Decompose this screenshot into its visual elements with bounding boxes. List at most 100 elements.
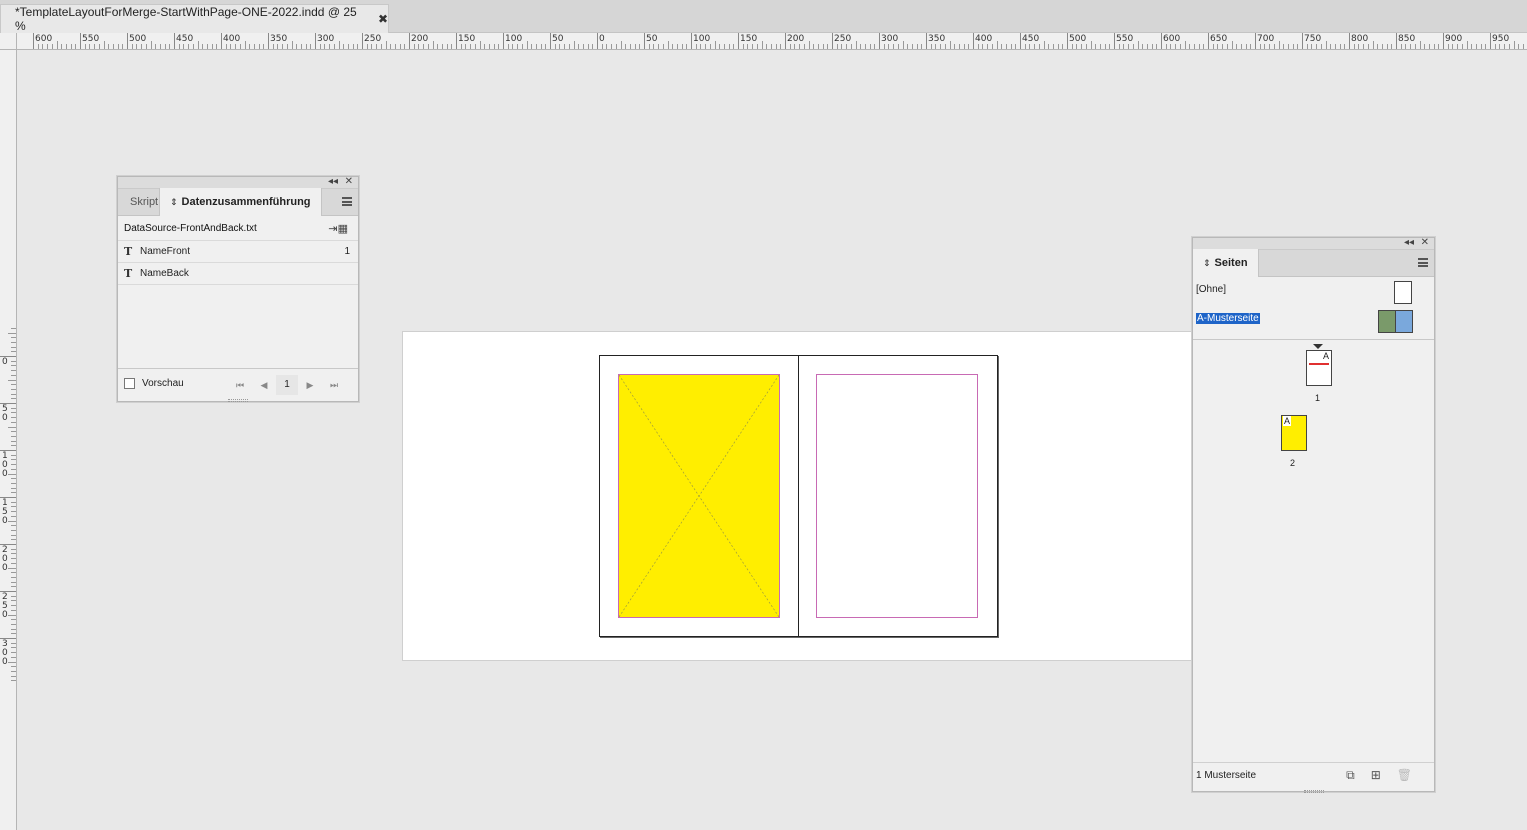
ruler-minor-tick bbox=[484, 44, 486, 49]
ruler-minor-tick bbox=[1471, 44, 1473, 49]
ruler-minor-tick bbox=[883, 44, 885, 49]
last-record-icon[interactable]: ⏭ bbox=[322, 380, 346, 391]
ruler-minor-tick bbox=[249, 44, 251, 49]
ruler-minor-tick bbox=[756, 44, 758, 49]
ruler-minor-tick bbox=[211, 44, 213, 49]
horizontal-ruler[interactable]: 600 550 500 450 400 350 300 250 200 150 100 50 0 50 10… bbox=[17, 33, 1527, 50]
ruler-minor-tick bbox=[183, 44, 185, 49]
panel-menu-icon[interactable] bbox=[1418, 258, 1428, 267]
list-item[interactable]: T NameBack bbox=[118, 263, 358, 285]
list-item[interactable]: T NameFront 1 bbox=[118, 241, 358, 263]
collapse-icon[interactable]: ◂◂ bbox=[1404, 237, 1414, 248]
ruler-minor-tick bbox=[1142, 44, 1144, 49]
tab-pages[interactable]: ⇕ Seiten bbox=[1193, 249, 1259, 277]
ruler-minor-tick bbox=[1081, 44, 1083, 49]
ruler-minor-tick bbox=[1203, 44, 1205, 49]
resize-grip[interactable] bbox=[1193, 788, 1434, 794]
ruler-minor-tick bbox=[991, 44, 993, 49]
ruler-minor-tick bbox=[404, 44, 406, 49]
ruler-minor-tick bbox=[1269, 44, 1271, 49]
ruler-minor-tick bbox=[343, 44, 345, 49]
page-spread[interactable] bbox=[599, 355, 998, 637]
record-number-field[interactable]: 1 bbox=[276, 375, 298, 395]
page-thumbnail-1[interactable]: A bbox=[1306, 350, 1332, 386]
ruler-minor-tick bbox=[794, 44, 796, 49]
start-page-marker-icon bbox=[1313, 344, 1323, 349]
ruler-minor-tick bbox=[1339, 44, 1341, 49]
tab-data-merge[interactable]: ⇕ Datenzusammenführung bbox=[160, 188, 322, 216]
document-tab[interactable]: *TemplateLayoutForMerge-StartWithPage-ON… bbox=[0, 4, 389, 33]
close-icon[interactable]: ✖ bbox=[378, 12, 388, 26]
next-record-icon[interactable]: ▶ bbox=[298, 380, 322, 391]
ruler-tick-label: 250 bbox=[834, 34, 852, 44]
preview-checkbox[interactable] bbox=[124, 377, 135, 389]
ruler-minor-tick bbox=[653, 44, 655, 49]
updown-icon: ⇕ bbox=[170, 196, 178, 207]
edit-page-size-icon[interactable]: ⧉ bbox=[1346, 768, 1355, 783]
collapse-icon[interactable]: ◂◂ bbox=[328, 176, 338, 187]
previous-record-icon[interactable]: ◀ bbox=[252, 380, 276, 391]
close-icon[interactable]: ✕ bbox=[1421, 237, 1429, 248]
ruler-minor-tick bbox=[850, 44, 852, 49]
ruler-minor-tick bbox=[733, 44, 735, 49]
ruler-minor-tick bbox=[1504, 44, 1506, 49]
resize-grip[interactable] bbox=[118, 397, 358, 403]
ruler-minor-tick bbox=[1052, 44, 1054, 49]
new-page-icon[interactable]: ⊞ bbox=[1371, 768, 1381, 783]
tab-script[interactable]: Skript bbox=[118, 188, 160, 215]
page-thumbnail-2[interactable]: A bbox=[1281, 415, 1307, 451]
ruler-major-tick bbox=[1302, 33, 1303, 49]
margin-frame-right-page[interactable] bbox=[816, 374, 978, 618]
ruler-minor-tick bbox=[1292, 44, 1294, 49]
ruler-minor-tick bbox=[813, 44, 815, 49]
ruler-minor-tick bbox=[300, 44, 302, 49]
ruler-minor-tick bbox=[98, 44, 100, 49]
ruler-minor-tick bbox=[658, 44, 660, 49]
ruler-tick-label: 450 bbox=[1022, 34, 1040, 44]
ruler-major-tick bbox=[362, 33, 363, 49]
ruler-minor-tick bbox=[37, 44, 39, 49]
ruler-minor-tick bbox=[11, 407, 16, 409]
ruler-minor-tick bbox=[996, 41, 998, 49]
ruler-minor-tick bbox=[827, 44, 829, 49]
ruler-minor-tick bbox=[545, 44, 547, 49]
ruler-major-tick bbox=[409, 33, 410, 49]
ruler-minor-tick bbox=[11, 459, 16, 461]
ruler-tick-label: 900 bbox=[1445, 34, 1463, 44]
ruler-minor-tick bbox=[399, 44, 401, 49]
ruler-minor-tick bbox=[1400, 44, 1402, 49]
ruler-minor-tick bbox=[1485, 44, 1487, 49]
ruler-minor-tick bbox=[8, 473, 16, 475]
ruler-minor-tick bbox=[766, 44, 768, 49]
panel-menu-icon[interactable] bbox=[342, 197, 352, 206]
ruler-minor-tick bbox=[427, 44, 429, 49]
text-field-icon: T bbox=[124, 245, 133, 258]
master-item-a[interactable]: A-Musterseite bbox=[1196, 313, 1260, 324]
ruler-tick-label: 300 bbox=[881, 34, 899, 44]
master-thumbnail-a[interactable] bbox=[1378, 310, 1413, 333]
ruler-tick-label: 400 bbox=[223, 34, 241, 44]
master-item-none[interactable]: [Ohne] bbox=[1196, 284, 1226, 295]
ruler-minor-tick bbox=[479, 41, 481, 49]
master-thumbnail-none[interactable] bbox=[1394, 281, 1412, 304]
ruler-tick-label: 250 bbox=[2, 592, 8, 620]
update-data-source-icon[interactable]: ⇥▦ bbox=[328, 222, 348, 235]
ruler-minor-tick bbox=[1353, 44, 1355, 49]
ruler-minor-tick bbox=[719, 44, 721, 49]
ruler-tick-label: 500 bbox=[129, 34, 147, 44]
ruler-minor-tick bbox=[8, 520, 16, 522]
delete-page-icon[interactable]: 🗑 bbox=[1397, 768, 1412, 783]
ruler-minor-tick bbox=[11, 346, 16, 348]
placeholder-graphic-frame[interactable] bbox=[618, 374, 780, 618]
first-record-icon[interactable]: ⏮ bbox=[228, 380, 252, 391]
close-icon[interactable]: ✕ bbox=[345, 176, 353, 187]
ruler-origin[interactable] bbox=[0, 33, 17, 50]
ruler-major-tick bbox=[691, 33, 692, 49]
ruler-minor-tick bbox=[11, 534, 16, 536]
ruler-minor-tick bbox=[1447, 44, 1449, 49]
ruler-tick-label: 500 bbox=[1069, 34, 1087, 44]
ruler-tick-label: 100 bbox=[693, 34, 711, 44]
data-source-row[interactable]: DataSource-FrontAndBack.txt ⇥▦ bbox=[118, 216, 358, 241]
ruler-minor-tick bbox=[230, 44, 232, 49]
vertical-ruler[interactable]: 0 50 100 150 200 250 300 bbox=[0, 50, 17, 830]
